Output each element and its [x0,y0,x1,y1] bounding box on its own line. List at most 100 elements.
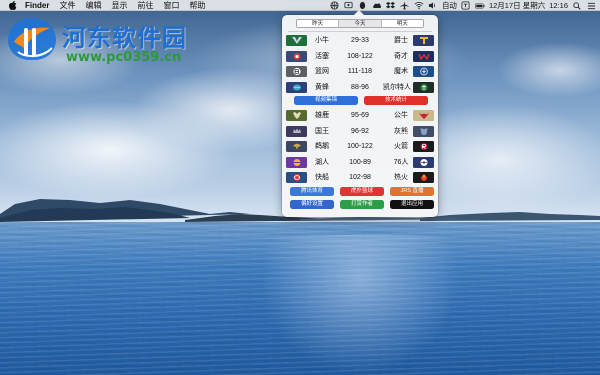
watermark-logo-icon [8,18,56,60]
display-status-icon[interactable] [344,1,354,11]
team-logo-icon [286,125,307,137]
cloud-status-icon[interactable] [372,1,382,11]
game-row[interactable]: 湖人 100-89 76人 [282,155,438,171]
date-status[interactable]: 12月17日 星期六 [489,0,545,11]
home-team: 快船 [315,174,329,181]
tab-yesterday[interactable]: 昨天 [297,20,340,27]
home-team: 国王 [315,127,329,135]
time-status[interactable]: 12:16 [549,0,568,11]
home-team: 黄蜂 [315,83,329,91]
game-score: 102-98 [349,174,371,181]
game-score: 108-122 [347,52,373,60]
watermark-url: www.pc0359.cn [66,50,182,65]
water-glint [260,235,460,375]
quit-app-button[interactable]: 退出应用 [390,200,434,209]
menu-window[interactable]: 窗口 [158,0,184,11]
home-team: 小牛 [315,37,329,44]
game-list-2: 雄鹿 95-69 公牛 国王 96-92 灰熊 鹈鹕 100-122 火箭 湖人… [282,108,438,186]
tencent-sports-button[interactable]: 腾讯体育 [290,187,334,196]
away-team: 凯尔特人 [383,83,411,91]
away-team: 热火 [394,174,408,181]
team-logo-icon [286,110,307,121]
game-row[interactable]: 雄鹿 95-69 公牛 [282,108,438,124]
away-team: 76人 [393,158,409,166]
home-team: 篮网 [315,68,329,75]
game-list-1: 小牛 29-33 爵士 活塞 108-122 奇才 篮网 111-118 魔术 [282,33,438,95]
home-team: 雄鹿 [315,112,329,119]
menu-help[interactable]: 帮助 [184,0,210,11]
team-logo-icon [286,35,307,46]
hupu-basketball-button[interactable]: 虎扑篮球 [340,187,384,196]
game-score: 96-92 [351,127,369,135]
home-team: 活塞 [315,52,329,60]
team-logo-icon [286,141,307,152]
team-logo-icon [413,156,434,168]
game-score: 95-69 [351,112,369,119]
apple-menu-icon[interactable] [6,0,20,11]
away-team: 魔术 [394,68,408,75]
game-row[interactable]: 快船 102-98 热火 [282,170,438,186]
game-score: 111-118 [347,68,373,75]
tab-tomorrow[interactable]: 明天 [382,20,423,27]
home-team: 鹈鹕 [315,143,329,150]
menu-app-name[interactable]: Finder [20,0,54,11]
away-team: 爵士 [394,37,408,44]
jrs-live-button[interactable]: JRS 直播 [390,187,434,196]
watermark-title: 河东软件园 [62,24,187,52]
team-logo-icon [413,35,434,46]
menu-view[interactable]: 显示 [106,0,132,11]
team-logo-icon [413,50,434,62]
popover-arrow [353,10,365,16]
game-row[interactable]: 鹈鹕 100-122 火箭 [282,139,438,155]
team-logo-icon [413,172,434,183]
input-mode-status[interactable]: 自动 [442,0,457,11]
team-logo-icon [413,66,434,77]
menu-file[interactable]: 文件 [54,0,80,11]
game-score: 100-89 [349,158,371,166]
team-logo-icon [413,125,434,137]
highlights-button[interactable]: 视频集锦 [294,96,358,105]
team-logo-icon [413,110,434,121]
stats-button[interactable]: 技术统计 [364,96,428,105]
away-team: 火箭 [394,143,408,150]
game-row[interactable]: 黄蜂 88-96 凯尔特人 [282,80,438,96]
wifi-status-icon[interactable] [414,1,424,11]
nba-scores-popover: 昨天 今天 明天 小牛 29-33 爵士 活塞 108-122 奇才 篮网 11… [282,10,438,217]
team-logo-icon [286,66,307,77]
team-logo-icon [286,50,307,62]
away-team: 公牛 [394,112,408,119]
menu-edit[interactable]: 编辑 [80,0,106,11]
team-logo-icon [413,81,434,93]
game-row[interactable]: 小牛 29-33 爵士 [282,33,438,49]
donate-author-button[interactable]: 打赏作者 [340,200,384,209]
preferences-button[interactable]: 偏好设置 [290,200,334,209]
game-score: 88-96 [351,83,369,91]
input-source-icon[interactable] [461,1,471,11]
separator [288,31,432,32]
qq-status-icon[interactable] [358,1,368,11]
airplane-status-icon[interactable] [400,1,410,11]
team-logo-icon [413,141,434,152]
game-row[interactable]: 篮网 111-118 魔术 [282,64,438,80]
tab-today[interactable]: 今天 [339,20,382,27]
team-logo-icon [286,156,307,168]
dropbox-status-icon[interactable] [386,1,396,11]
day-segmented-control: 昨天 今天 明天 [296,19,424,28]
notification-center-icon[interactable] [586,1,596,11]
spotlight-search-icon[interactable] [572,1,582,11]
game-row[interactable]: 活塞 108-122 奇才 [282,49,438,65]
game-score: 100-122 [347,143,373,150]
away-team: 奇才 [394,52,408,60]
home-team: 湖人 [315,158,329,166]
game-row[interactable]: 国王 96-92 灰熊 [282,124,438,140]
game-score: 29-33 [351,37,369,44]
menu-bar: Finder 文件 编辑 显示 前往 窗口 帮助 自动 12月17日 星期六 1… [0,0,600,11]
menu-go[interactable]: 前往 [132,0,158,11]
battery-status-icon[interactable] [475,1,485,11]
team-logo-icon [286,81,307,93]
volume-status-icon[interactable] [428,1,438,11]
team-logo-icon [286,172,307,183]
away-team: 灰熊 [394,127,408,135]
watermark: 河东软件园 www.pc0359.cn [4,12,219,72]
basketball-status-icon[interactable] [330,1,340,11]
